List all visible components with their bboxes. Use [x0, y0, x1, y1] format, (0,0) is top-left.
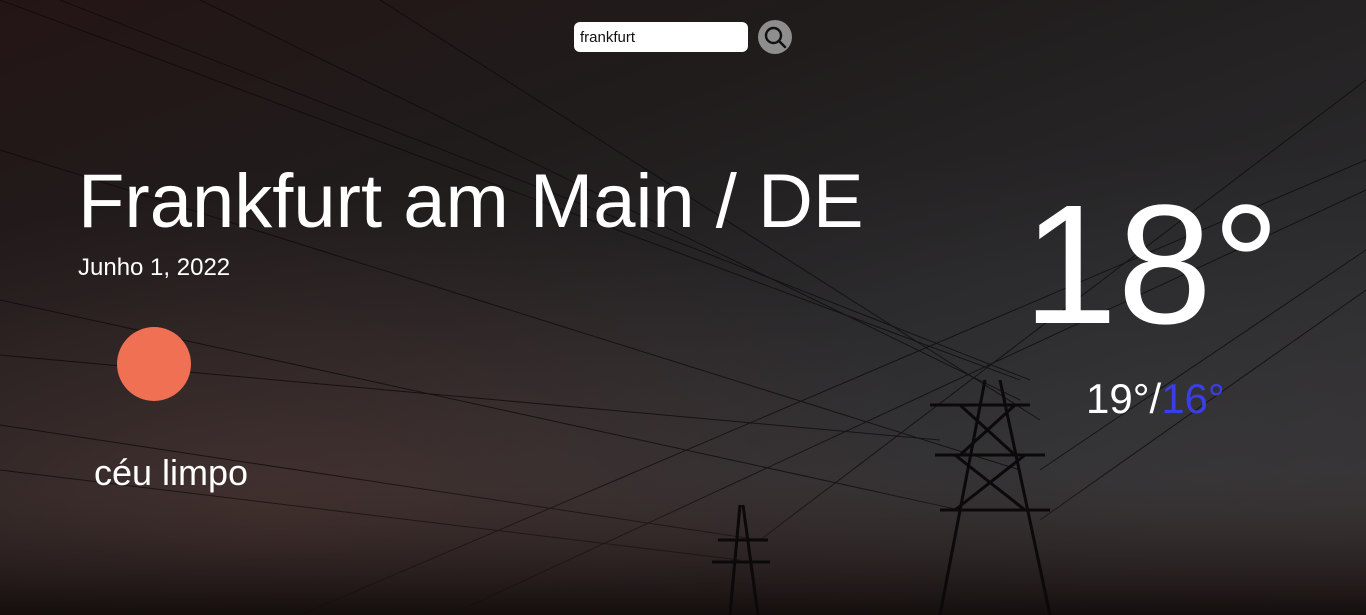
search-bar	[574, 20, 792, 54]
search-icon	[764, 26, 787, 49]
current-date: Junho 1, 2022	[78, 254, 231, 281]
weather-description: céu limpo	[94, 452, 249, 493]
current-temperature: 18°	[1022, 170, 1280, 360]
search-button[interactable]	[758, 20, 792, 54]
search-input[interactable]	[574, 22, 748, 52]
temperature-separator: /	[1149, 375, 1162, 422]
sun-icon	[117, 327, 191, 401]
min-temperature: 16°	[1161, 375, 1225, 422]
max-temperature: 19°	[1086, 375, 1150, 422]
city-name: Frankfurt am Main / DE	[78, 159, 864, 244]
temperature-range: 19°/16°	[1086, 375, 1225, 423]
